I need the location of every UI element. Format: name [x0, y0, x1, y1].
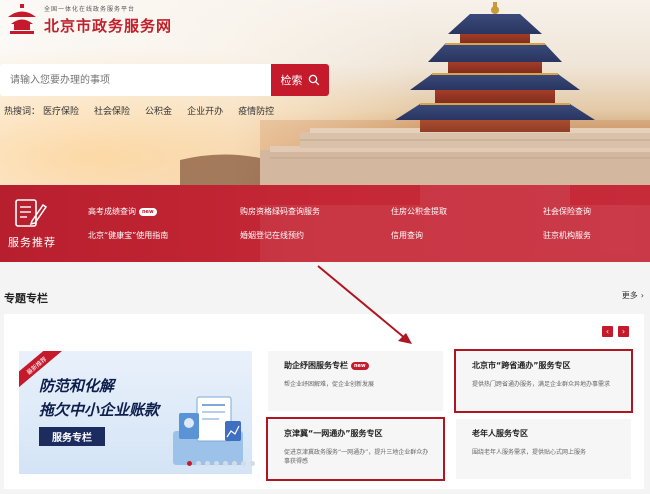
next-arrow-icon[interactable]: › [618, 326, 629, 337]
carousel-dot[interactable] [250, 461, 255, 466]
search-bar: 检索 [0, 64, 329, 96]
topics-section-title: 专题专栏 [4, 292, 48, 305]
carousel-dot[interactable] [241, 461, 246, 466]
featured-banner[interactable]: 最新推荐 防范和化解 拖欠中小企业账款 服务专栏 [19, 351, 252, 474]
search-input[interactable] [0, 64, 271, 96]
band-temple-watermark [260, 185, 650, 262]
service-link[interactable]: 驻京机构服务 [543, 230, 591, 241]
banner-headline-2: 拖欠中小企业账款 [39, 401, 160, 419]
service-link[interactable]: 购房资格绿码查询服务 [240, 206, 320, 217]
more-link[interactable]: 更多 › [622, 290, 644, 301]
service-recommend-band: 服务推荐 高考成绩查询 new 购房资格绿码查询服务 住房公积金提取 社会保险查… [0, 185, 650, 262]
carousel-dot[interactable] [187, 461, 192, 466]
topic-card-title: 京津冀“一网通办”服务专区 [284, 429, 383, 438]
topic-card-desc: 促进京津冀政务服务“一网通办”，提升三地企业群众办事获得感 [284, 449, 429, 465]
topic-card-title: 助企纾困服务专栏 [284, 361, 348, 370]
new-badge: new [139, 207, 157, 216]
service-link[interactable]: 信用查询 [391, 230, 423, 241]
search-button[interactable]: 检索 [271, 64, 329, 96]
banner-headline-1: 防范和化解 [39, 377, 115, 395]
service-recommend-title: 服务推荐 [8, 236, 56, 249]
hot-term[interactable]: 社会保险 [94, 104, 130, 117]
hot-search-terms: 热搜词： 医疗保险 社会保险 公积金 企业开办 疫情防控 [4, 104, 274, 117]
topic-card-desc: 围绕老年人服务需求，提供贴心式网上服务 [472, 449, 587, 456]
hot-term[interactable]: 疫情防控 [238, 104, 274, 117]
finance-illustration-icon [173, 396, 243, 465]
search-icon [308, 74, 319, 86]
service-link[interactable]: 婚姻登记在线预约 [240, 230, 304, 241]
banner-service-button[interactable]: 服务专栏 [39, 427, 105, 446]
new-badge: new [351, 361, 369, 370]
hot-term[interactable]: 医疗保险 [43, 104, 79, 117]
more-label: 更多 [621, 291, 638, 300]
topic-card-title: 北京市“跨省通办”服务专区 [472, 361, 571, 370]
hot-term[interactable]: 企业开办 [187, 104, 223, 117]
service-link-label: 高考成绩查询 [88, 207, 136, 216]
carousel-dot[interactable] [196, 461, 201, 466]
hot-search-label: 热搜词： [4, 107, 41, 117]
chevron-right-icon: › [640, 291, 644, 300]
service-link[interactable]: 北京“健康宝”使用指南 [88, 230, 168, 241]
site-subtitle: 全国一体化在线政务服务平台 [44, 6, 136, 13]
topic-card-relief[interactable]: 助企纾困服务专栏 new 帮企业纾困解难，促企业创新发展 [268, 351, 443, 411]
topic-card-elderly[interactable]: 老年人服务专区 围绕老年人服务需求，提供贴心式网上服务 [456, 419, 631, 479]
site-title: 北京市政务服务网 [44, 17, 173, 35]
carousel-dot[interactable] [205, 461, 210, 466]
topic-card-desc: 帮企业纾困解难，促企业创新发展 [284, 381, 375, 388]
temple-logo-icon [8, 4, 36, 34]
carousel-dots [187, 461, 255, 466]
service-link[interactable]: 社会保险查询 [543, 206, 591, 217]
service-link[interactable]: 住房公积金提取 [391, 206, 447, 217]
service-link[interactable]: 高考成绩查询 new [88, 206, 157, 217]
carousel-dot[interactable] [214, 461, 219, 466]
topic-card-cross-province[interactable]: 北京市“跨省通办”服务专区 提供热门跨省通办服务，满足企业群众异地办事需求 [454, 349, 633, 413]
service-document-icon [15, 199, 48, 227]
prev-arrow-icon[interactable]: ‹ [602, 326, 613, 337]
carousel-dot[interactable] [223, 461, 228, 466]
carousel-dot[interactable] [232, 461, 237, 466]
hero-banner: 全国一体化在线政务服务平台 北京市政务服务网 检索 热搜词： 医疗保险 社会保险… [0, 0, 650, 185]
topic-card-desc: 提供热门跨省通办服务，满足企业群众异地办事需求 [472, 381, 611, 388]
hot-term[interactable]: 公积金 [145, 104, 172, 117]
carousel-controls: ‹ › [602, 326, 629, 337]
site-logo[interactable]: 全国一体化在线政务服务平台 北京市政务服务网 [4, 4, 172, 36]
topic-card-jingjinji[interactable]: 京津冀“一网通办”服务专区 促进京津冀政务服务“一网通办”，提升三地企业群众办事… [266, 417, 445, 481]
search-button-label: 检索 [280, 74, 303, 87]
topic-card-title: 老年人服务专区 [472, 429, 528, 438]
